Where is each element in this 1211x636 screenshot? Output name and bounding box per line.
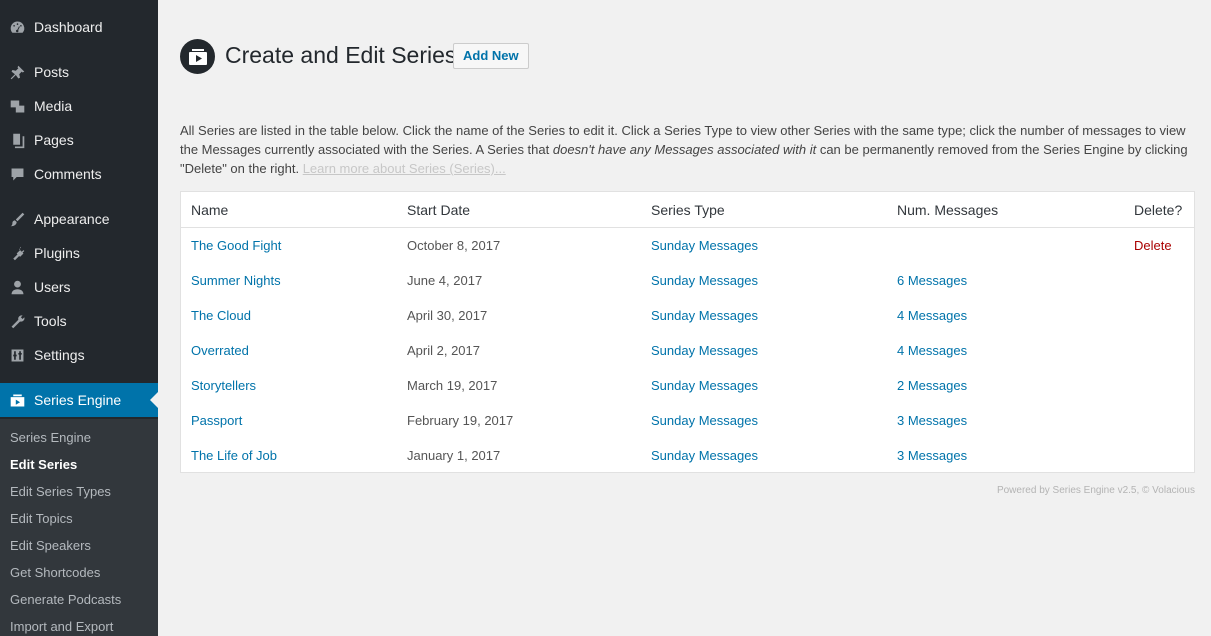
description-emphasis: doesn't have any Messages associated wit… [552,142,817,157]
menu-label: Media [34,98,73,114]
series-name-link[interactable]: Summer Nights [191,263,281,298]
menu-item-comments[interactable]: Comments [0,157,158,191]
column-header-series-type: Series Type [651,202,725,218]
page-description: All Series are listed in the table below… [180,121,1195,178]
plug-icon [0,245,34,262]
menu-item-tools[interactable]: Tools [0,304,158,338]
table-row: Summer Nights June 4, 2017 Sunday Messag… [181,263,1194,298]
start-date: June 4, 2017 [407,273,483,288]
user-icon [0,279,34,296]
series-type-link[interactable]: Sunday Messages [651,298,758,333]
menu-label: Dashboard [34,19,103,35]
series-type-link[interactable]: Sunday Messages [651,438,758,473]
submenu-edit-speakers[interactable]: Edit Speakers [10,532,91,559]
column-header-name: Name [191,202,229,218]
powered-by-footer: Powered by Series Engine v2.5, © Volacio… [996,485,1195,496]
start-date: October 8, 2017 [407,238,501,253]
admin-sidebar: Dashboard Posts Media Pages Comments App… [0,0,158,636]
num-messages-link[interactable]: 3 Messages [897,403,967,438]
pages-icon [0,132,34,149]
table-row: The Good Fight October 8, 2017 Sunday Me… [181,228,1194,263]
num-messages-link[interactable]: 6 Messages [897,263,967,298]
num-messages-link[interactable]: 4 Messages [897,333,967,368]
num-messages-link[interactable]: 4 Messages [897,298,967,333]
pin-icon [0,64,34,81]
series-engine-logo-icon [180,39,215,74]
submenu-edit-series-types[interactable]: Edit Series Types [10,478,111,505]
start-date: March 19, 2017 [407,378,498,393]
comment-icon [0,166,34,183]
menu-label: Posts [34,64,70,80]
start-date: April 2, 2017 [407,343,480,358]
table-row: Passport February 19, 2017 Sunday Messag… [181,403,1194,438]
delete-link[interactable]: Delete [1134,228,1172,263]
column-header-num-messages: Num. Messages [897,202,999,218]
series-type-link[interactable]: Sunday Messages [651,263,758,298]
menu-label: Pages [34,132,74,148]
submenu-edit-topics[interactable]: Edit Topics [10,505,73,532]
series-engine-submenu: Series Engine Edit Series Edit Series Ty… [0,419,158,636]
add-new-button[interactable]: Add New [453,43,529,69]
brush-icon [0,211,34,228]
menu-item-users[interactable]: Users [0,270,158,304]
series-name-link[interactable]: The Life of Job [191,438,277,473]
series-name-link[interactable]: Passport [191,403,242,438]
table-row: The Cloud April 30, 2017 Sunday Messages… [181,298,1194,333]
menu-item-appearance[interactable]: Appearance [0,202,158,236]
menu-item-pages[interactable]: Pages [0,123,158,157]
submenu-series-engine[interactable]: Series Engine [10,424,91,451]
series-table: Name Start Date Series Type Num. Message… [180,191,1195,473]
menu-item-posts[interactable]: Posts [0,55,158,89]
table-row: Storytellers March 19, 2017 Sunday Messa… [181,368,1194,403]
table-row: Overrated April 2, 2017 Sunday Messages … [181,333,1194,368]
menu-item-series-engine[interactable]: Series Engine [0,383,158,417]
submenu-edit-series[interactable]: Edit Series [10,451,77,478]
menu-label: Appearance [34,211,110,227]
submenu-generate-podcasts[interactable]: Generate Podcasts [10,586,121,613]
menu-item-plugins[interactable]: Plugins [0,236,158,270]
start-date: February 19, 2017 [407,413,514,428]
series-name-link[interactable]: Overrated [191,333,249,368]
menu-label: Users [34,279,71,295]
num-messages-link[interactable]: 2 Messages [897,368,967,403]
wrench-icon [0,313,34,330]
menu-item-dashboard[interactable]: Dashboard [0,10,158,44]
column-header-delete: Delete? [1134,202,1183,218]
menu-label: Series Engine [34,392,122,408]
start-date: January 1, 2017 [407,448,501,463]
submenu-import-export[interactable]: Import and Export [10,613,113,636]
table-row: The Life of Job January 1, 2017 Sunday M… [181,438,1194,473]
dashboard-icon [0,19,34,36]
series-engine-icon [0,392,34,409]
menu-label: Comments [34,166,102,182]
menu-label: Settings [34,347,85,363]
start-date: April 30, 2017 [407,308,488,323]
menu-label: Plugins [34,245,80,261]
menu-item-media[interactable]: Media [0,89,158,123]
media-icon [0,98,34,115]
table-header: Name Start Date Series Type Num. Message… [181,192,1194,228]
num-messages-link[interactable]: 3 Messages [897,438,967,473]
menu-label: Tools [34,313,67,329]
learn-more-link[interactable]: Learn more about Series (Series)... [303,161,506,176]
page-title: Create and Edit Series [225,42,457,68]
submenu-get-shortcodes[interactable]: Get Shortcodes [10,559,100,586]
series-type-link[interactable]: Sunday Messages [651,333,758,368]
column-header-start-date: Start Date [407,202,471,218]
series-type-link[interactable]: Sunday Messages [651,368,758,403]
menu-item-settings[interactable]: Settings [0,338,158,372]
series-type-link[interactable]: Sunday Messages [651,403,758,438]
series-name-link[interactable]: The Cloud [191,298,251,333]
settings-icon [0,347,34,364]
series-name-link[interactable]: The Good Fight [191,228,281,263]
series-type-link[interactable]: Sunday Messages [651,228,758,263]
series-name-link[interactable]: Storytellers [191,368,256,403]
